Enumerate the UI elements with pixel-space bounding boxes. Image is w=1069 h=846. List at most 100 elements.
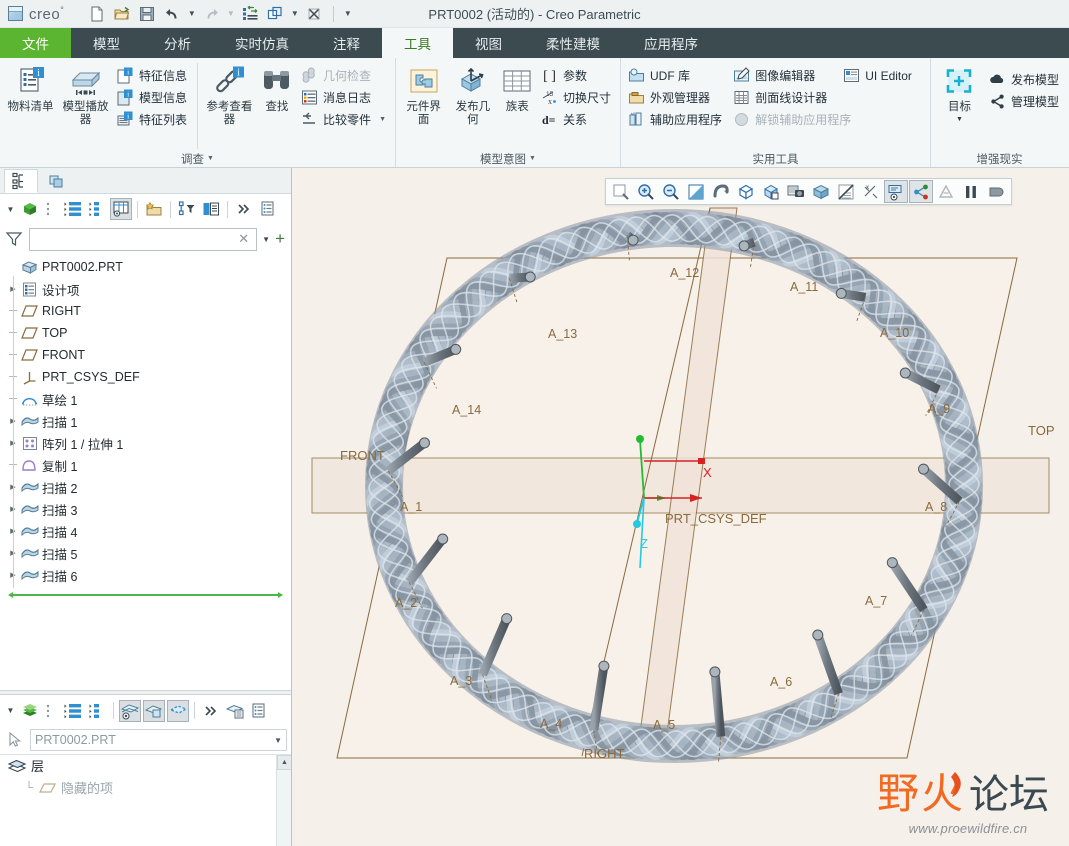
tree-item-sweep-2[interactable]: ▶ 扫描 2 — [0, 476, 291, 498]
scroll-up-arrow-icon[interactable]: ▲ — [277, 754, 291, 770]
tab-file[interactable]: 文件 — [0, 28, 71, 58]
tab-view[interactable]: 视图 — [453, 28, 524, 58]
tree-item-design-items[interactable]: ▶ 设计项 — [0, 278, 291, 300]
publish-geometry-button[interactable]: 发布几何 — [449, 63, 496, 129]
clear-search-icon[interactable]: ✕ — [235, 231, 252, 247]
layer-row-hidden-items[interactable]: └ 隐藏的项 — [0, 777, 291, 799]
layer-new-button[interactable] — [224, 700, 246, 722]
parameters-button[interactable]: [ ] 参数 — [538, 65, 616, 86]
tree-item-sweep-6[interactable]: ▶ 扫描 6 — [0, 564, 291, 586]
search-input[interactable] — [34, 231, 236, 247]
tree-item-pattern-extrude[interactable]: ▶ 阵列 1 / 拉伸 1 — [0, 432, 291, 454]
ar-target-caret-icon[interactable]: ▼ — [956, 116, 963, 124]
spin-center-button[interactable] — [909, 180, 933, 203]
tree-filter-button[interactable] — [176, 198, 198, 220]
save-button[interactable] — [136, 3, 158, 25]
tree-filter-folder-button[interactable] — [143, 198, 165, 220]
datum-display-button[interactable]: x — [859, 180, 883, 203]
tree-settings-icon[interactable] — [43, 198, 52, 220]
layer-overflow-button[interactable] — [200, 700, 222, 722]
ar-target-button[interactable]: 目标 ▼ — [935, 63, 984, 126]
layer-root-row[interactable]: 层 — [0, 755, 291, 777]
perspective-button[interactable] — [834, 180, 858, 203]
layer-collapse-button[interactable] — [86, 700, 108, 722]
layer-display-dropdown[interactable] — [19, 700, 41, 722]
tree-item-top-plane[interactable]: ─ TOP — [0, 322, 291, 344]
family-table-button[interactable]: 族表 — [498, 63, 536, 116]
new-file-button[interactable] — [86, 3, 108, 25]
refit-button[interactable] — [684, 180, 708, 203]
zoom-window-button[interactable] — [609, 180, 633, 203]
appearance-manager-button[interactable]: 外观管理器 — [625, 87, 730, 108]
auxiliary-applications-button[interactable]: 辅助应用程序 — [625, 109, 730, 130]
filter-dropdown-caret-icon[interactable]: ▼ — [262, 235, 270, 244]
customize-qat-button[interactable]: ▼ — [342, 3, 353, 25]
unlock-auxiliary-button[interactable]: 解锁辅助应用程序 — [730, 109, 851, 130]
layer-object-selector[interactable]: PRT0002.PRT ▼ — [30, 729, 287, 751]
find-button[interactable]: 查找 — [258, 63, 296, 116]
screenshot-button[interactable] — [784, 180, 808, 203]
redo-button[interactable] — [200, 3, 222, 25]
tab-model[interactable]: 模型 — [71, 28, 142, 58]
manage-model-button[interactable]: 管理模型 — [986, 91, 1064, 112]
layer-tree-tab[interactable] — [40, 169, 74, 193]
layer-selector-caret-icon[interactable]: ▼ — [274, 736, 282, 745]
tree-layout-button[interactable] — [200, 198, 222, 220]
tab-tools[interactable]: 工具 — [382, 28, 453, 58]
display-style-button[interactable] — [809, 180, 833, 203]
feature-list-button[interactable]: i 特征列表 — [114, 109, 192, 130]
layer-settings-icon[interactable] — [43, 700, 52, 722]
compare-parts-button[interactable]: 比较零件 ▼ — [298, 109, 391, 130]
stop-button[interactable] — [984, 180, 1008, 203]
tree-display-caret-icon[interactable]: ▼ — [4, 205, 17, 214]
model-player-button[interactable]: 模型播放器 — [59, 63, 112, 129]
expand-all-button[interactable] — [62, 198, 84, 220]
geometry-check-button[interactable]: 几何检查 — [298, 65, 391, 86]
model-tree-search-box[interactable]: ✕ — [29, 227, 258, 251]
tree-columns-button[interactable] — [110, 198, 132, 220]
open-file-button[interactable] — [111, 3, 133, 25]
collapse-all-button[interactable] — [86, 198, 108, 220]
message-log-button[interactable]: 消息日志 — [298, 87, 391, 108]
view-manager-button[interactable] — [759, 180, 783, 203]
tree-properties-button[interactable] — [257, 198, 279, 220]
tree-item-sweep-3[interactable]: ▶ 扫描 3 — [0, 498, 291, 520]
tab-analysis[interactable]: 分析 — [142, 28, 213, 58]
layer-tree-scrollbar[interactable]: ▲ — [276, 754, 291, 846]
tree-item-csys[interactable]: ─ PRT_CSYS_DEF — [0, 366, 291, 388]
udf-library-button[interactable]: UDF 库 — [625, 65, 730, 86]
image-editor-button[interactable]: 图像编辑器 — [730, 65, 840, 86]
tree-item-right-plane[interactable]: ─ RIGHT — [0, 300, 291, 322]
relations-button[interactable]: d= 关系 — [538, 109, 616, 130]
layer-isolate-button[interactable] — [143, 699, 165, 722]
tree-item-sweep-5[interactable]: ▶ 扫描 5 — [0, 542, 291, 564]
tree-item-sketch-1[interactable]: ─ 草绘 1 — [0, 388, 291, 410]
zoom-in-button[interactable] — [634, 180, 658, 203]
reorient-button[interactable] — [709, 180, 733, 203]
model-tree-tab[interactable] — [4, 169, 38, 193]
appearance-gallery-button[interactable] — [934, 180, 958, 203]
overflow-button[interactable] — [233, 198, 255, 220]
ui-editor-button[interactable]: UI Editor — [840, 65, 926, 86]
window-button[interactable] — [264, 3, 286, 25]
tree-display-dropdown[interactable] — [19, 198, 41, 220]
undo-button[interactable] — [161, 3, 183, 25]
tab-applications[interactable]: 应用程序 — [622, 28, 720, 58]
add-filter-icon[interactable]: + — [275, 230, 285, 247]
reference-viewer-button[interactable]: i 参考查看器 — [203, 63, 256, 129]
model-intent-dropdown-caret-icon[interactable]: ▼ — [529, 155, 536, 162]
regenerate-button[interactable] — [239, 3, 261, 25]
feature-info-button[interactable]: i 特征信息 — [114, 65, 192, 86]
graphics-viewport[interactable]: TOP FRONT RIGHT PRT_CSYS_DEF X Z A_1 A_2… — [292, 168, 1069, 846]
tree-item-front-plane[interactable]: ─ FRONT — [0, 344, 291, 366]
layer-expand-button[interactable] — [62, 700, 84, 722]
close-window-button[interactable] — [303, 3, 325, 25]
tab-annotate[interactable]: 注释 — [311, 28, 382, 58]
annotation-display-button[interactable] — [884, 180, 908, 203]
zoom-out-button[interactable] — [659, 180, 683, 203]
layer-properties-button[interactable] — [248, 700, 270, 722]
model-info-button[interactable]: i 模型信息 — [114, 87, 192, 108]
group-dropdown-caret-icon[interactable]: ▼ — [207, 155, 214, 162]
tree-item-copy-1[interactable]: ─ 复制 1 — [0, 454, 291, 476]
tab-live-simulation[interactable]: 实时仿真 — [213, 28, 311, 58]
